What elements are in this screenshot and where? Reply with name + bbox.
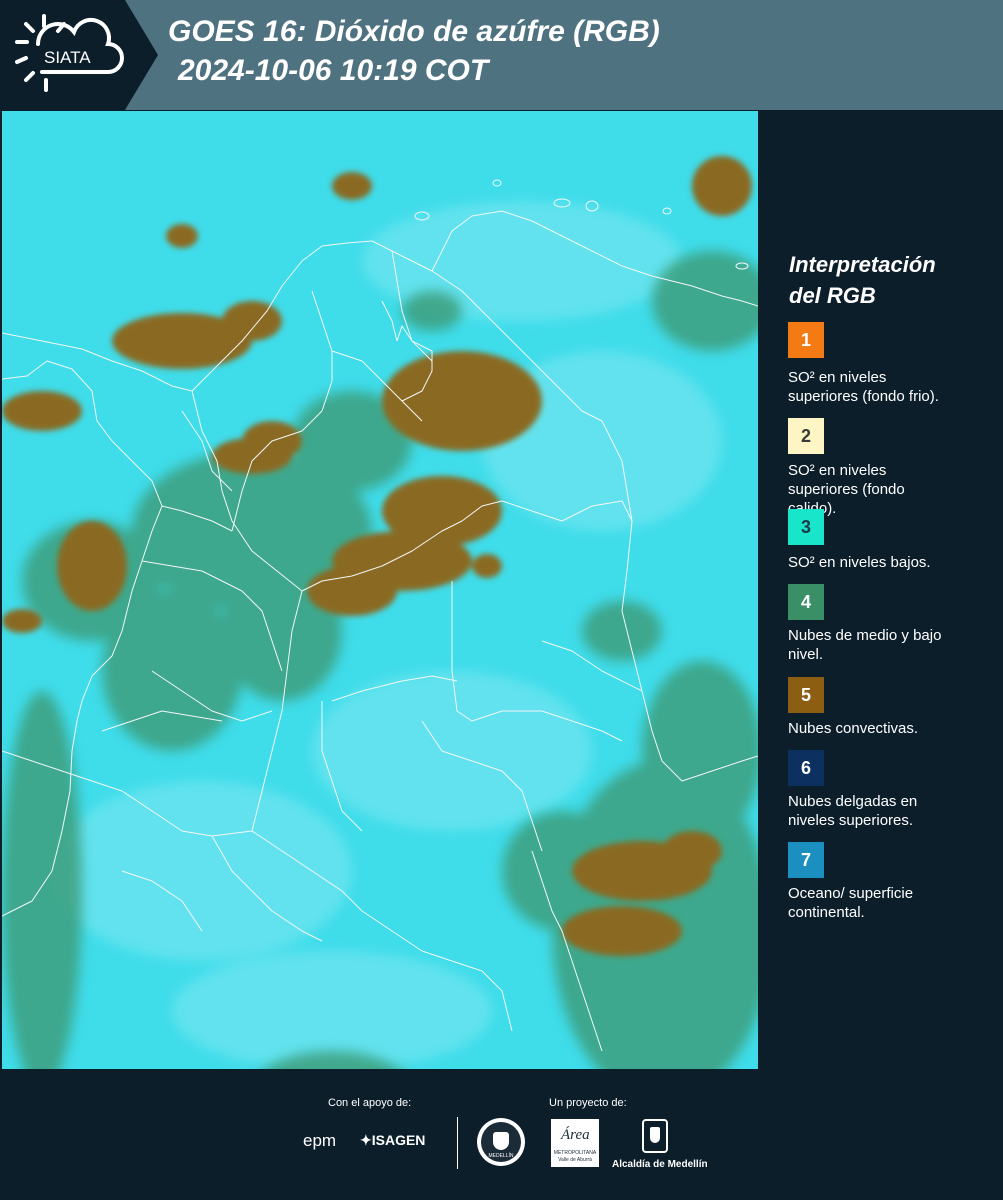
legend-swatch-6: 6 <box>788 750 824 786</box>
legend-swatch-7: 7 <box>788 842 824 878</box>
legend-swatch-4: 4 <box>788 584 824 620</box>
isagen-logo-text: ISAGEN <box>371 1132 426 1148</box>
legend-text-6-line2: niveles superiores. <box>788 812 914 829</box>
footer: Con el apoyo de: Un proyecto de: epm ✦IS… <box>0 1069 1003 1200</box>
page-timestamp: 2024-10-06 10:19 COT <box>178 54 489 87</box>
logo-panel: SIATA <box>0 0 158 110</box>
legend-title-line2: del RGB <box>789 283 876 308</box>
legend-text-7-line2: continental. <box>788 904 865 921</box>
legend-text-6: Nubes delgadas en niveles superiores. <box>788 792 983 830</box>
legend-swatch-5: 5 <box>788 677 824 713</box>
medellin-seal: MEDELLÍN <box>477 1118 525 1166</box>
header-bar: SIATA GOES 16: Dióxido de azúfre (RGB) 2… <box>0 0 1003 110</box>
legend-text-1-line2: superiores (fondo frio). <box>788 388 939 405</box>
legend-text-1: SO² en niveles superiores (fondo frio). <box>788 368 983 406</box>
legend-title: Interpretación del RGB <box>789 249 989 311</box>
alcaldia-shield-icon <box>642 1119 668 1153</box>
legend-text-4-line1: Nubes de medio y bajo <box>788 627 942 644</box>
legend-text-7-line1: Oceano/ superficie <box>788 885 914 902</box>
legend-text-4-line2: nivel. <box>788 646 824 663</box>
medellin-seal-text: MEDELLÍN <box>488 1153 514 1159</box>
legend-panel: Interpretación del RGB 1 SO² en niveles … <box>760 111 1003 1069</box>
area-logo-sub1: METROPOLITANA <box>553 1150 597 1156</box>
area-metropolitana-logo: Área METROPOLITANA Valle de Aburrá <box>551 1119 599 1167</box>
legend-text-4: Nubes de medio y bajo nivel. <box>788 626 983 664</box>
project-label: Un proyecto de: <box>549 1097 627 1109</box>
legend-text-6-line1: Nubes delgadas en <box>788 793 918 810</box>
legend-text-3-line1: SO² en niveles bajos. <box>788 554 931 571</box>
footer-divider <box>457 1117 458 1169</box>
siata-logo: SIATA <box>15 14 124 92</box>
legend-text-2-line2: superiores (fondo <box>788 481 905 498</box>
legend-swatch-2: 2 <box>788 418 824 454</box>
legend-text-5: Nubes convectivas. <box>788 719 983 738</box>
isagen-logo: ✦ISAGEN <box>360 1132 425 1149</box>
page-title: GOES 16: Dióxido de azúfre (RGB) <box>168 15 660 48</box>
area-logo-sub2: Valle de Aburrá <box>558 1157 592 1163</box>
area-logo-name: Área <box>561 1127 590 1143</box>
legend-swatch-1: 1 <box>788 322 824 358</box>
legend-swatch-3: 3 <box>788 509 824 545</box>
legend-text-3: SO² en niveles bajos. <box>788 553 983 572</box>
isagen-icon: ✦ <box>360 1132 372 1148</box>
siata-logo-text: SIATA <box>44 48 91 67</box>
support-label: Con el apoyo de: <box>328 1097 412 1109</box>
legend-text-5-line1: Nubes convectivas. <box>788 720 919 737</box>
legend-text-7: Oceano/ superficie continental. <box>788 884 983 922</box>
satellite-map <box>2 111 758 1069</box>
legend-text-1-line1: SO² en niveles <box>788 369 887 386</box>
alcaldia-text: Alcaldía de Medellín <box>612 1159 708 1170</box>
legend-title-line1: Interpretación <box>789 252 936 277</box>
epm-logo: epm <box>303 1131 337 1150</box>
legend-text-2-line1: SO² en niveles <box>788 462 887 479</box>
